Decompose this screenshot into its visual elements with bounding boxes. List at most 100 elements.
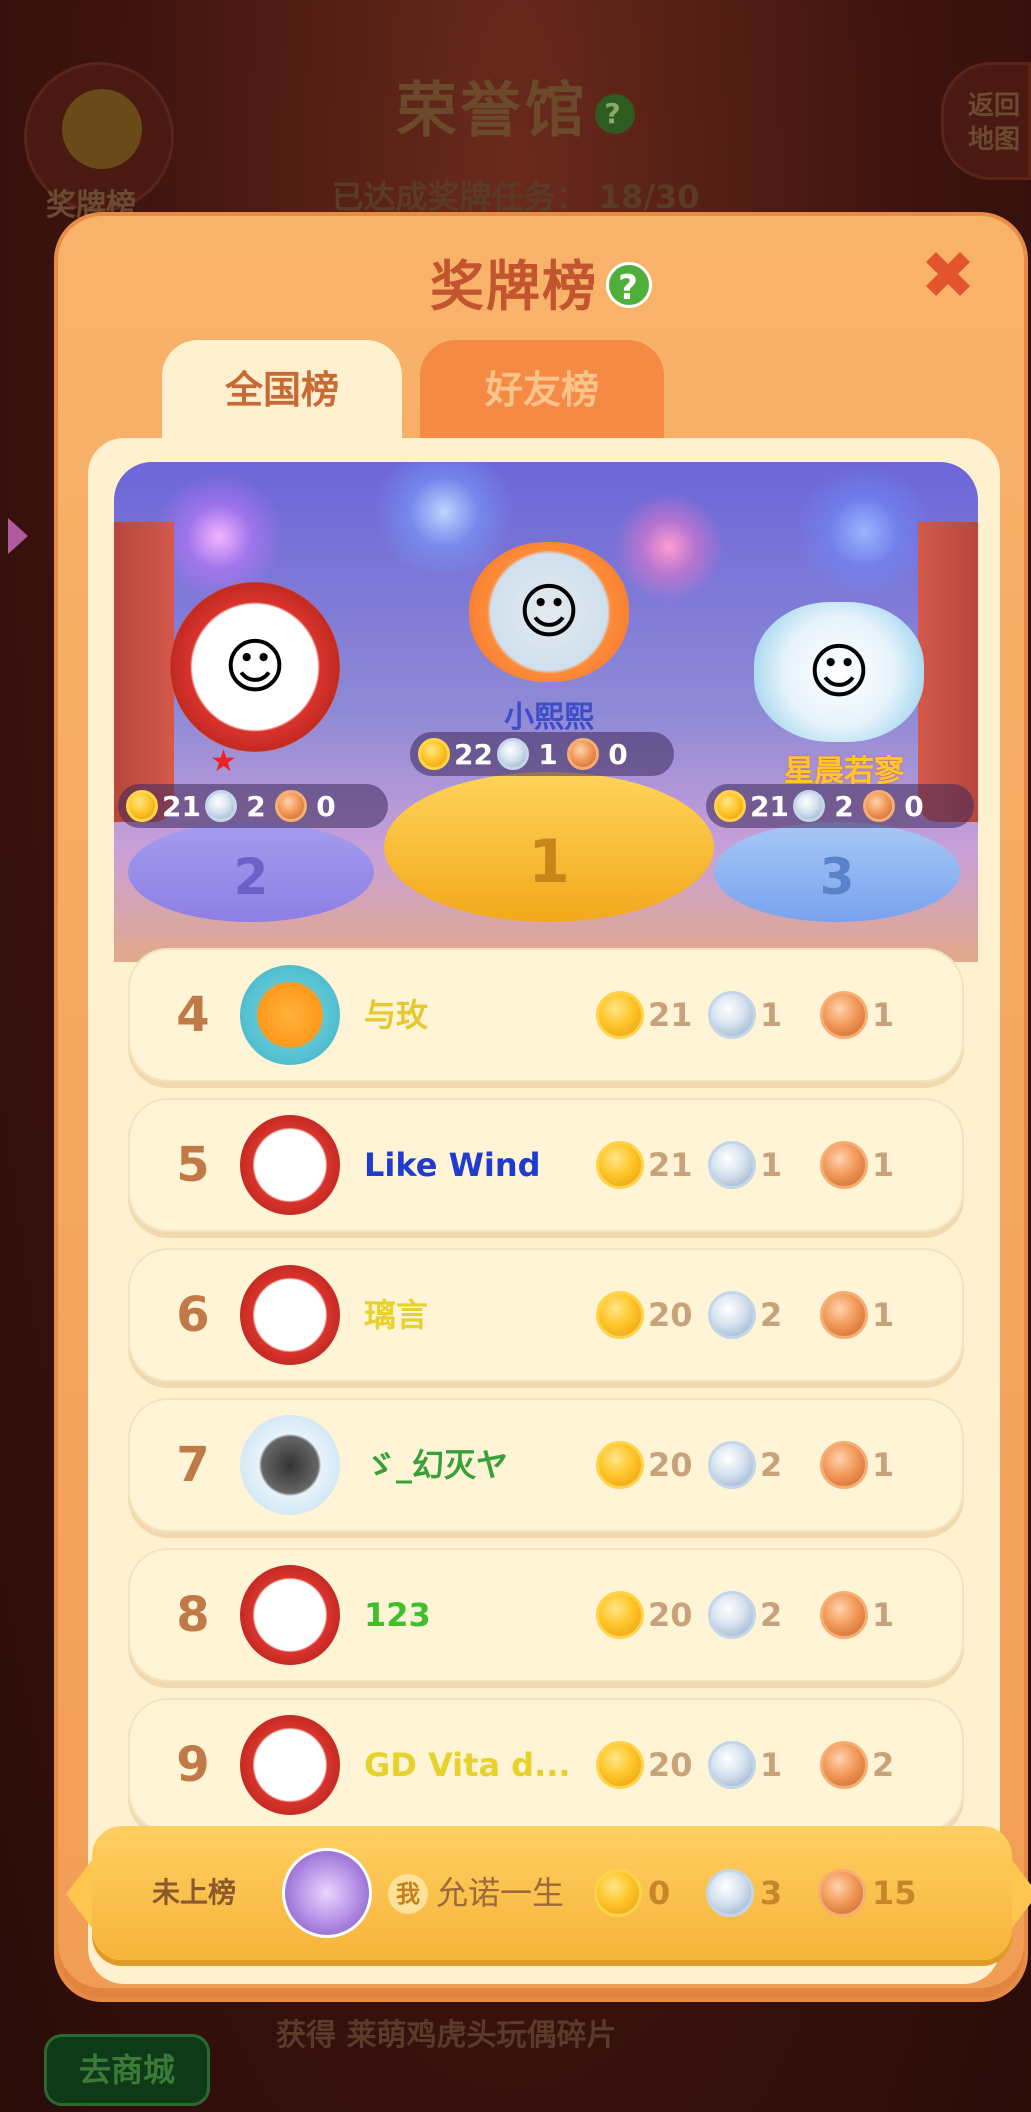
gold-count: 0	[648, 1874, 671, 1912]
rank-row[interactable]: 5 Like Wind 21 1 1	[128, 1098, 964, 1232]
silver-count: 2	[760, 1446, 783, 1484]
gold-medal-icon	[596, 1591, 644, 1639]
medal-counts: 20 2 1	[596, 1248, 932, 1382]
player-face-icon: ☺	[223, 632, 287, 702]
tab-national[interactable]: 全国榜	[162, 340, 402, 440]
gold-medal-icon	[596, 1141, 644, 1189]
bronze-count: 1	[872, 1596, 895, 1634]
bronze-medal-icon	[820, 1591, 868, 1639]
my-rank-bar: 未上榜 我 允诺一生 0 3 15	[66, 1826, 1031, 1960]
player-avatar[interactable]	[240, 1265, 340, 1365]
gold-count: 20	[648, 1746, 693, 1784]
close-button[interactable]: ✖	[918, 243, 978, 309]
gold-count: 22	[454, 737, 493, 771]
avatar-rank-2[interactable]: ☺	[170, 582, 340, 752]
medal-counts: 21 1 1	[596, 948, 932, 1082]
silver-medal-icon	[708, 1441, 756, 1489]
gold-medal-icon	[418, 738, 450, 770]
rank-row[interactable]: 6 璃言 20 2 1	[128, 1248, 964, 1382]
side-arrow-icon[interactable]	[8, 518, 28, 554]
progress-value: 18/30	[598, 178, 700, 216]
star-icon: ★	[210, 744, 237, 779]
hall-of-honor-title-text: 荣誉馆	[396, 76, 589, 146]
gold-medal-icon	[126, 790, 158, 822]
player-avatar[interactable]	[240, 1565, 340, 1665]
my-name: 允诺一生	[436, 1874, 565, 1912]
bronze-medal-icon	[820, 1291, 868, 1339]
silver-medal-icon	[708, 1591, 756, 1639]
panel-title-text: 奖牌榜	[430, 255, 598, 318]
bronze-medal-icon	[818, 1869, 866, 1917]
rank-row[interactable]: 4 与玫 21 1 1	[128, 948, 964, 1082]
gold-medal-icon	[714, 790, 746, 822]
player-avatar[interactable]	[240, 965, 340, 1065]
my-medal-counts: 0 3 15	[594, 1826, 930, 1960]
podium-pedestal-1: 1	[384, 772, 714, 922]
rank-2-medal-counts: 21 2 0	[118, 784, 388, 828]
back-to-map-button[interactable]: 返回地图	[941, 62, 1031, 180]
gold-count: 20	[648, 1446, 693, 1484]
silver-count: 1	[760, 1146, 783, 1184]
rank-3-medal-counts: 21 2 0	[706, 784, 974, 828]
hall-help-icon[interactable]: ?	[594, 94, 635, 135]
bronze-medal-icon	[566, 738, 599, 770]
firework-decoration	[794, 462, 934, 602]
gold-medal-icon	[594, 1869, 642, 1917]
silver-medal-icon	[792, 790, 825, 822]
player-avatar[interactable]	[240, 1415, 340, 1515]
player-name: ゞ_幻灭ヤ	[364, 1446, 509, 1484]
bronze-count: 1	[872, 1296, 895, 1334]
bronze-count: 15	[872, 1874, 917, 1912]
help-icon[interactable]: ?	[606, 262, 652, 308]
silver-medal-icon	[496, 738, 529, 770]
avatar-rank-1[interactable]: ☺	[469, 542, 629, 682]
rank-1-name: 小熙熙	[504, 700, 594, 735]
silver-medal-icon	[706, 1869, 754, 1917]
hall-of-honor-title: 荣誉馆?	[0, 62, 1031, 149]
gold-medal-icon	[596, 1441, 644, 1489]
player-avatar[interactable]	[240, 1115, 340, 1215]
podium-pedestal-3: 3	[714, 822, 960, 922]
rank-number: 8	[176, 1587, 210, 1643]
go-shop-button[interactable]: 去商城	[44, 2034, 210, 2106]
gold-count: 21	[648, 1146, 693, 1184]
bronze-medal-icon	[820, 991, 868, 1039]
silver-medal-icon	[708, 1741, 756, 1789]
medal-board-panel: 奖牌榜? ✖ 全国榜 好友榜 2 1 3 ☺ ★ ☺ ☺ 小熙熙 星晨若寥 22…	[54, 212, 1031, 2002]
player-avatar[interactable]	[240, 1715, 340, 1815]
bronze-count: 1	[872, 1146, 895, 1184]
firework-decoration	[614, 492, 724, 602]
player-photo-icon: ☺	[517, 577, 581, 647]
rank-row[interactable]: 8 123 20 2 1	[128, 1548, 964, 1682]
silver-count: 1	[760, 1746, 783, 1784]
silver-count: 2	[760, 1596, 783, 1634]
bronze-count: 2	[872, 1746, 895, 1784]
bronze-count: 0	[904, 789, 924, 823]
bronze-count: 1	[872, 996, 895, 1034]
silver-count: 2	[760, 1296, 783, 1334]
podium-stage: 2 1 3 ☺ ★ ☺ ☺ 小熙熙 星晨若寥 22 1 0 21 2 0 21 …	[114, 462, 978, 962]
ghost-pet-icon: ☺	[807, 637, 871, 707]
rank-row[interactable]: 9 GD Vita d... 20 1 2	[128, 1698, 964, 1832]
player-name: GD Vita d...	[364, 1746, 571, 1784]
rank-1-medal-counts: 22 1 0	[410, 732, 674, 776]
bronze-medal-icon	[274, 790, 307, 822]
bronze-medal-icon	[820, 1741, 868, 1789]
bronze-medal-icon	[862, 790, 895, 822]
gold-count: 21	[162, 789, 201, 823]
rank-row[interactable]: 7 ゞ_幻灭ヤ 20 2 1	[128, 1398, 964, 1532]
rank-number: 4	[176, 987, 210, 1043]
podium-pedestal-2: 2	[128, 822, 374, 922]
silver-count: 3	[760, 1874, 783, 1912]
gold-medal-icon	[596, 991, 644, 1039]
player-name: 与玫	[364, 996, 429, 1034]
silver-medal-icon	[708, 991, 756, 1039]
silver-count: 1	[760, 996, 783, 1034]
tab-friends[interactable]: 好友榜	[420, 340, 664, 440]
avatar-rank-3[interactable]: ☺	[754, 602, 924, 742]
my-avatar[interactable]	[282, 1848, 372, 1938]
player-name: 璃言	[364, 1296, 429, 1334]
medal-counts: 20 2 1	[596, 1398, 932, 1532]
my-rank-status: 未上榜	[152, 1876, 237, 1909]
gold-medal-icon	[596, 1291, 644, 1339]
